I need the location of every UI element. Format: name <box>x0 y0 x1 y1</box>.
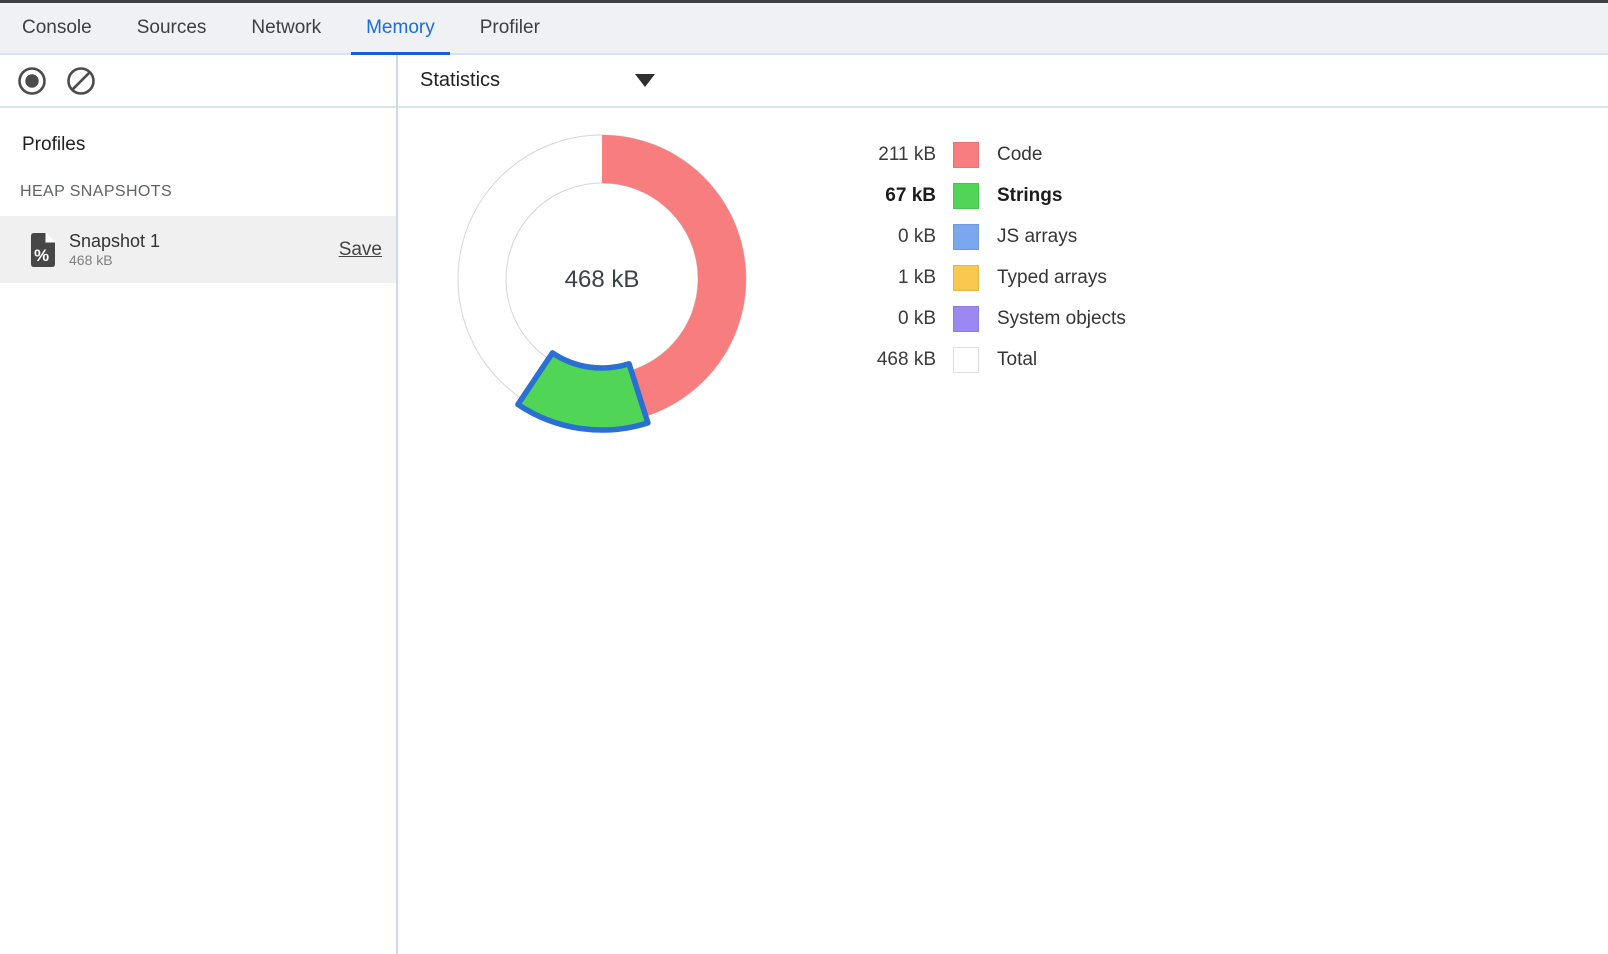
view-mode-select[interactable]: Statistics <box>420 69 655 92</box>
legend-row[interactable]: 0 kB JS arrays <box>858 216 1126 257</box>
tab-console[interactable]: Console <box>9 3 105 53</box>
snapshot-save-link[interactable]: Save <box>339 239 382 261</box>
memory-view-toolbar: Statistics <box>398 55 1608 108</box>
legend-row[interactable]: 211 kB Code <box>858 134 1126 175</box>
legend-swatch <box>953 265 979 291</box>
legend-label: Typed arrays <box>997 267 1107 289</box>
legend-value: 0 kB <box>858 226 936 248</box>
legend-value: 211 kB <box>858 144 936 166</box>
legend-swatch <box>953 142 979 168</box>
panel-tab-bar: Console Sources Network Memory Profiler <box>0 3 1608 55</box>
legend-label: System objects <box>997 308 1126 330</box>
tab-network[interactable]: Network <box>238 3 334 53</box>
legend-value: 468 kB <box>858 349 936 371</box>
profiles-title: Profiles <box>22 134 396 156</box>
legend-swatch <box>953 306 979 332</box>
clear-icon[interactable] <box>66 66 96 96</box>
slice-strings[interactable] <box>518 353 648 430</box>
legend-value: 67 kB <box>858 185 936 207</box>
legend-label: Strings <box>997 185 1062 207</box>
legend-swatch <box>953 347 979 373</box>
legend-row[interactable]: 1 kB Typed arrays <box>858 257 1126 298</box>
legend-value: 0 kB <box>858 308 936 330</box>
profiles-sidebar: Profiles HEAP SNAPSHOTS % Snapshot 1 468… <box>0 55 398 954</box>
tab-sources[interactable]: Sources <box>124 3 220 53</box>
legend-label: JS arrays <box>997 226 1077 248</box>
chevron-down-icon <box>635 74 655 87</box>
snapshot-title: Snapshot 1 <box>69 230 160 252</box>
snapshot-size: 468 kB <box>69 252 160 269</box>
snapshot-list-item[interactable]: % Snapshot 1 468 kB Save <box>0 216 396 283</box>
chart-legend: 211 kB Code 67 kB Strings 0 kB JS arrays… <box>858 134 1126 380</box>
legend-row[interactable]: 468 kB Total <box>858 339 1126 380</box>
legend-row[interactable]: 0 kB System objects <box>858 298 1126 339</box>
tab-memory[interactable]: Memory <box>353 3 448 53</box>
legend-value: 1 kB <box>858 267 936 289</box>
memory-main-panel: Statistics 468 kB 211 kB Code 67 kB Stri… <box>398 55 1608 954</box>
heap-snapshots-section-title: HEAP SNAPSHOTS <box>20 183 396 201</box>
donut-center-label: 468 kB <box>565 266 640 293</box>
statistics-chart-area: 468 kB 211 kB Code 67 kB Strings 0 kB JS… <box>398 108 1608 954</box>
legend-swatch <box>953 183 979 209</box>
profiles-toolbar <box>0 55 396 108</box>
memory-donut-chart: 468 kB <box>435 112 769 446</box>
legend-label: Code <box>997 144 1042 166</box>
record-icon[interactable] <box>17 66 47 96</box>
legend-label: Total <box>997 349 1037 371</box>
tab-profiler[interactable]: Profiler <box>467 3 553 53</box>
legend-swatch <box>953 224 979 250</box>
view-mode-value: Statistics <box>420 69 500 92</box>
heap-snapshot-icon: % <box>30 232 56 268</box>
svg-text:%: % <box>34 246 49 265</box>
legend-row[interactable]: 67 kB Strings <box>858 175 1126 216</box>
devtools-window: Console Sources Network Memory Profiler <box>0 0 1608 954</box>
